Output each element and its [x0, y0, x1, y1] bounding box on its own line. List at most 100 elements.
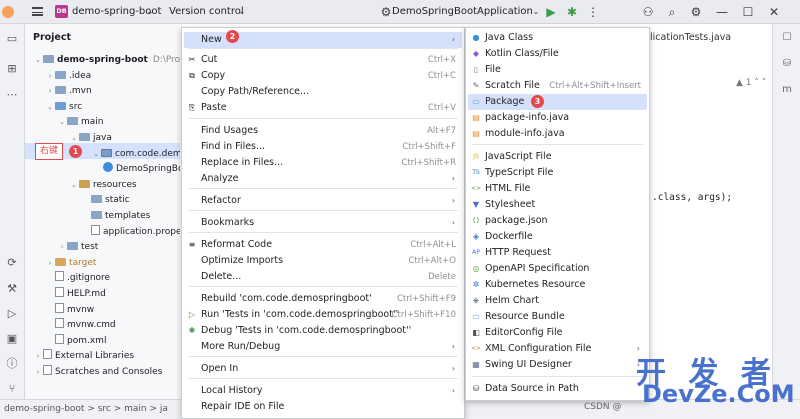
- chevron-down-icon[interactable]: ⌄: [69, 178, 79, 193]
- new-menu-item-kubernetes-resource[interactable]: ✲ Kubernetes Resource: [468, 277, 647, 293]
- new-menu-item-javascript-file[interactable]: JS JavaScript File: [468, 149, 647, 165]
- debug-icon[interactable]: ✱: [564, 4, 580, 20]
- tree-item[interactable]: ⌄ resources: [69, 178, 137, 193]
- tree-item[interactable]: ⌄ java: [69, 131, 112, 146]
- project-tool-icon[interactable]: ▭: [5, 32, 19, 46]
- tree-item[interactable]: › .idea: [45, 69, 91, 84]
- menu-item-copy-path-reference[interactable]: Copy Path/Reference...: [184, 84, 462, 100]
- new-menu-item-kotlin-class-file[interactable]: ◆ Kotlin Class/File: [468, 46, 647, 62]
- chevron-right-icon[interactable]: ›: [45, 84, 55, 99]
- new-menu-item-data-source-in-path[interactable]: ⛁ Data Source in Path: [468, 381, 647, 397]
- tree-item[interactable]: ⌄ main: [57, 115, 104, 130]
- menu-item-more-run-debug[interactable]: More Run/Debug ›: [184, 339, 462, 355]
- new-menu-item-http-request[interactable]: AP HTTP Request: [468, 245, 647, 261]
- new-menu-item-java-class[interactable]: ● Java Class: [468, 30, 647, 46]
- menu-item-find-in-files[interactable]: Find in Files... Ctrl+Shift+F: [184, 139, 462, 155]
- menu-item-open-in[interactable]: Open In ›: [184, 361, 462, 377]
- menu-item-cut[interactable]: ✂ Cut Ctrl+X: [184, 52, 462, 68]
- menu-item-reformat-code[interactable]: ≡ Reformat Code Ctrl+Alt+L: [184, 237, 462, 253]
- inspection-widget[interactable]: ▲ 1 ˄ ˅: [736, 78, 766, 88]
- run-icon[interactable]: ▶: [543, 4, 559, 20]
- database-icon[interactable]: ⛁: [781, 58, 793, 70]
- search-icon[interactable]: ⌕: [664, 4, 680, 20]
- editor-tab[interactable]: plicationTests.java: [644, 32, 731, 43]
- new-menu-item-package[interactable]: ▭ Package: [468, 94, 647, 110]
- chevron-down-icon[interactable]: ⌄: [234, 4, 250, 20]
- new-menu-item-file[interactable]: ▯ File: [468, 62, 647, 78]
- build-icon[interactable]: ⚒: [5, 282, 19, 296]
- new-menu-item-typescript-file[interactable]: TS TypeScript File: [468, 165, 647, 181]
- menu-item-refactor[interactable]: Refactor ›: [184, 193, 462, 209]
- chevron-down-icon[interactable]: ⌄: [45, 100, 55, 115]
- chevron-right-icon[interactable]: ›: [33, 349, 43, 364]
- tree-item[interactable]: ⌄ demo-spring-boot D:\Proje: [33, 53, 188, 68]
- add-user-icon[interactable]: ⚇: [640, 4, 656, 20]
- menu-item-local-history[interactable]: Local History ›: [184, 383, 462, 399]
- chevron-down-icon[interactable]: ⌄: [528, 4, 544, 20]
- services-icon[interactable]: ⟳: [5, 256, 19, 270]
- project-panel-title[interactable]: Project: [33, 32, 71, 43]
- tree-item[interactable]: › target: [45, 256, 96, 271]
- new-menu-item-dockerfile[interactable]: ◈ Dockerfile: [468, 229, 647, 245]
- menu-item-debug-tests-in-com-code-demospringboot[interactable]: ✱ Debug 'Tests in 'com.code.demospringboo…: [184, 323, 462, 339]
- version-control-menu[interactable]: Version control: [169, 6, 244, 17]
- git-icon[interactable]: ⑂: [5, 382, 19, 396]
- new-menu-item-html-file[interactable]: <> HTML File: [468, 181, 647, 197]
- menu-item-find-usages[interactable]: Find Usages Alt+F7: [184, 123, 462, 139]
- chevron-right-icon[interactable]: ›: [45, 256, 55, 271]
- new-menu-item-helm-chart[interactable]: ⎈ Helm Chart: [468, 293, 647, 309]
- code-line[interactable]: .class, args);: [652, 192, 732, 203]
- maven-icon[interactable]: m: [781, 84, 793, 96]
- more-tools-icon[interactable]: ⋯: [5, 88, 19, 102]
- new-menu-item-resource-bundle[interactable]: ▭ Resource Bundle: [468, 309, 647, 325]
- tree-item[interactable]: .gitignore: [45, 271, 110, 286]
- tree-item[interactable]: › External Libraries: [33, 349, 134, 364]
- new-menu-item-stylesheet[interactable]: ▼ Stylesheet: [468, 197, 647, 213]
- chevron-down-icon[interactable]: ⌄: [91, 147, 101, 162]
- menu-item-replace-in-files[interactable]: Replace in Files... Ctrl+Shift+R: [184, 155, 462, 171]
- settings-icon[interactable]: ⚙: [688, 4, 704, 20]
- close-icon[interactable]: ✕: [766, 4, 782, 20]
- breadcrumb[interactable]: demo-spring-boot > src > main > ja: [4, 404, 168, 414]
- tree-item[interactable]: templates: [81, 209, 150, 224]
- chevron-right-icon[interactable]: ›: [45, 69, 55, 84]
- menu-item-optimize-imports[interactable]: Optimize Imports Ctrl+Alt+O: [184, 253, 462, 269]
- project-badge[interactable]: DB: [55, 5, 68, 18]
- tree-item[interactable]: mvnw.cmd: [45, 318, 116, 333]
- tree-item[interactable]: ⌄ src: [45, 100, 82, 115]
- chevron-down-icon[interactable]: ⌄: [69, 131, 79, 146]
- new-menu-item-package-json[interactable]: {} package.json: [468, 213, 647, 229]
- tree-item[interactable]: DemoSpringBo: [93, 162, 183, 177]
- tree-item[interactable]: mvnw: [45, 302, 94, 318]
- chevron-right-icon[interactable]: ›: [33, 365, 43, 380]
- main-menu-icon[interactable]: [32, 7, 43, 16]
- chevron-right-icon[interactable]: ›: [57, 240, 67, 255]
- new-menu-item-editorconfig-file[interactable]: ◧ EditorConfig File: [468, 325, 647, 341]
- more-icon[interactable]: ⋮: [585, 4, 601, 20]
- chevron-down-icon[interactable]: ⌄: [142, 4, 158, 20]
- menu-item-bookmarks[interactable]: Bookmarks ›: [184, 215, 462, 231]
- new-menu-item-openapi-specification[interactable]: ◎ OpenAPI Specification: [468, 261, 647, 277]
- run-configuration-selector[interactable]: DemoSpringBootApplication: [392, 6, 533, 17]
- minimize-icon[interactable]: —: [714, 4, 730, 20]
- tree-item[interactable]: › test: [57, 240, 98, 255]
- tree-item[interactable]: HELP.md: [45, 287, 106, 302]
- run-tool-icon[interactable]: ▷: [5, 307, 19, 321]
- menu-item-paste[interactable]: ⎘ Paste Ctrl+V: [184, 100, 462, 116]
- maximize-icon[interactable]: ☐: [740, 4, 756, 20]
- notifications-icon[interactable]: ☐: [781, 32, 793, 44]
- menu-item-rebuild-com-code-demospringboot[interactable]: Rebuild 'com.code.demospringboot' Ctrl+Sh…: [184, 291, 462, 307]
- new-menu-item-package-info-java[interactable]: ▤ package-info.java: [468, 110, 647, 126]
- menu-item-copy[interactable]: ⧉ Copy Ctrl+C: [184, 68, 462, 84]
- tree-item[interactable]: pom.xml: [45, 333, 106, 349]
- chevron-down-icon[interactable]: ⌄: [33, 53, 43, 68]
- tree-item[interactable]: › Scratches and Consoles: [33, 365, 162, 380]
- new-menu-item-scratch-file[interactable]: ✎ Scratch File Ctrl+Alt+Shift+Insert: [468, 78, 647, 94]
- structure-tool-icon[interactable]: ⊞: [5, 62, 19, 76]
- tree-item[interactable]: › .mvn: [45, 84, 92, 99]
- chevron-down-icon[interactable]: ⌄: [57, 115, 67, 130]
- menu-item-delete[interactable]: Delete... Delete: [184, 269, 462, 285]
- tree-item[interactable]: static: [81, 193, 130, 208]
- new-menu-item-module-info-java[interactable]: ▤ module-info.java: [468, 126, 647, 142]
- menu-item-run-tests-in-com-code-demospringboot[interactable]: ▷ Run 'Tests in 'com.code.demospringboot'…: [184, 307, 462, 323]
